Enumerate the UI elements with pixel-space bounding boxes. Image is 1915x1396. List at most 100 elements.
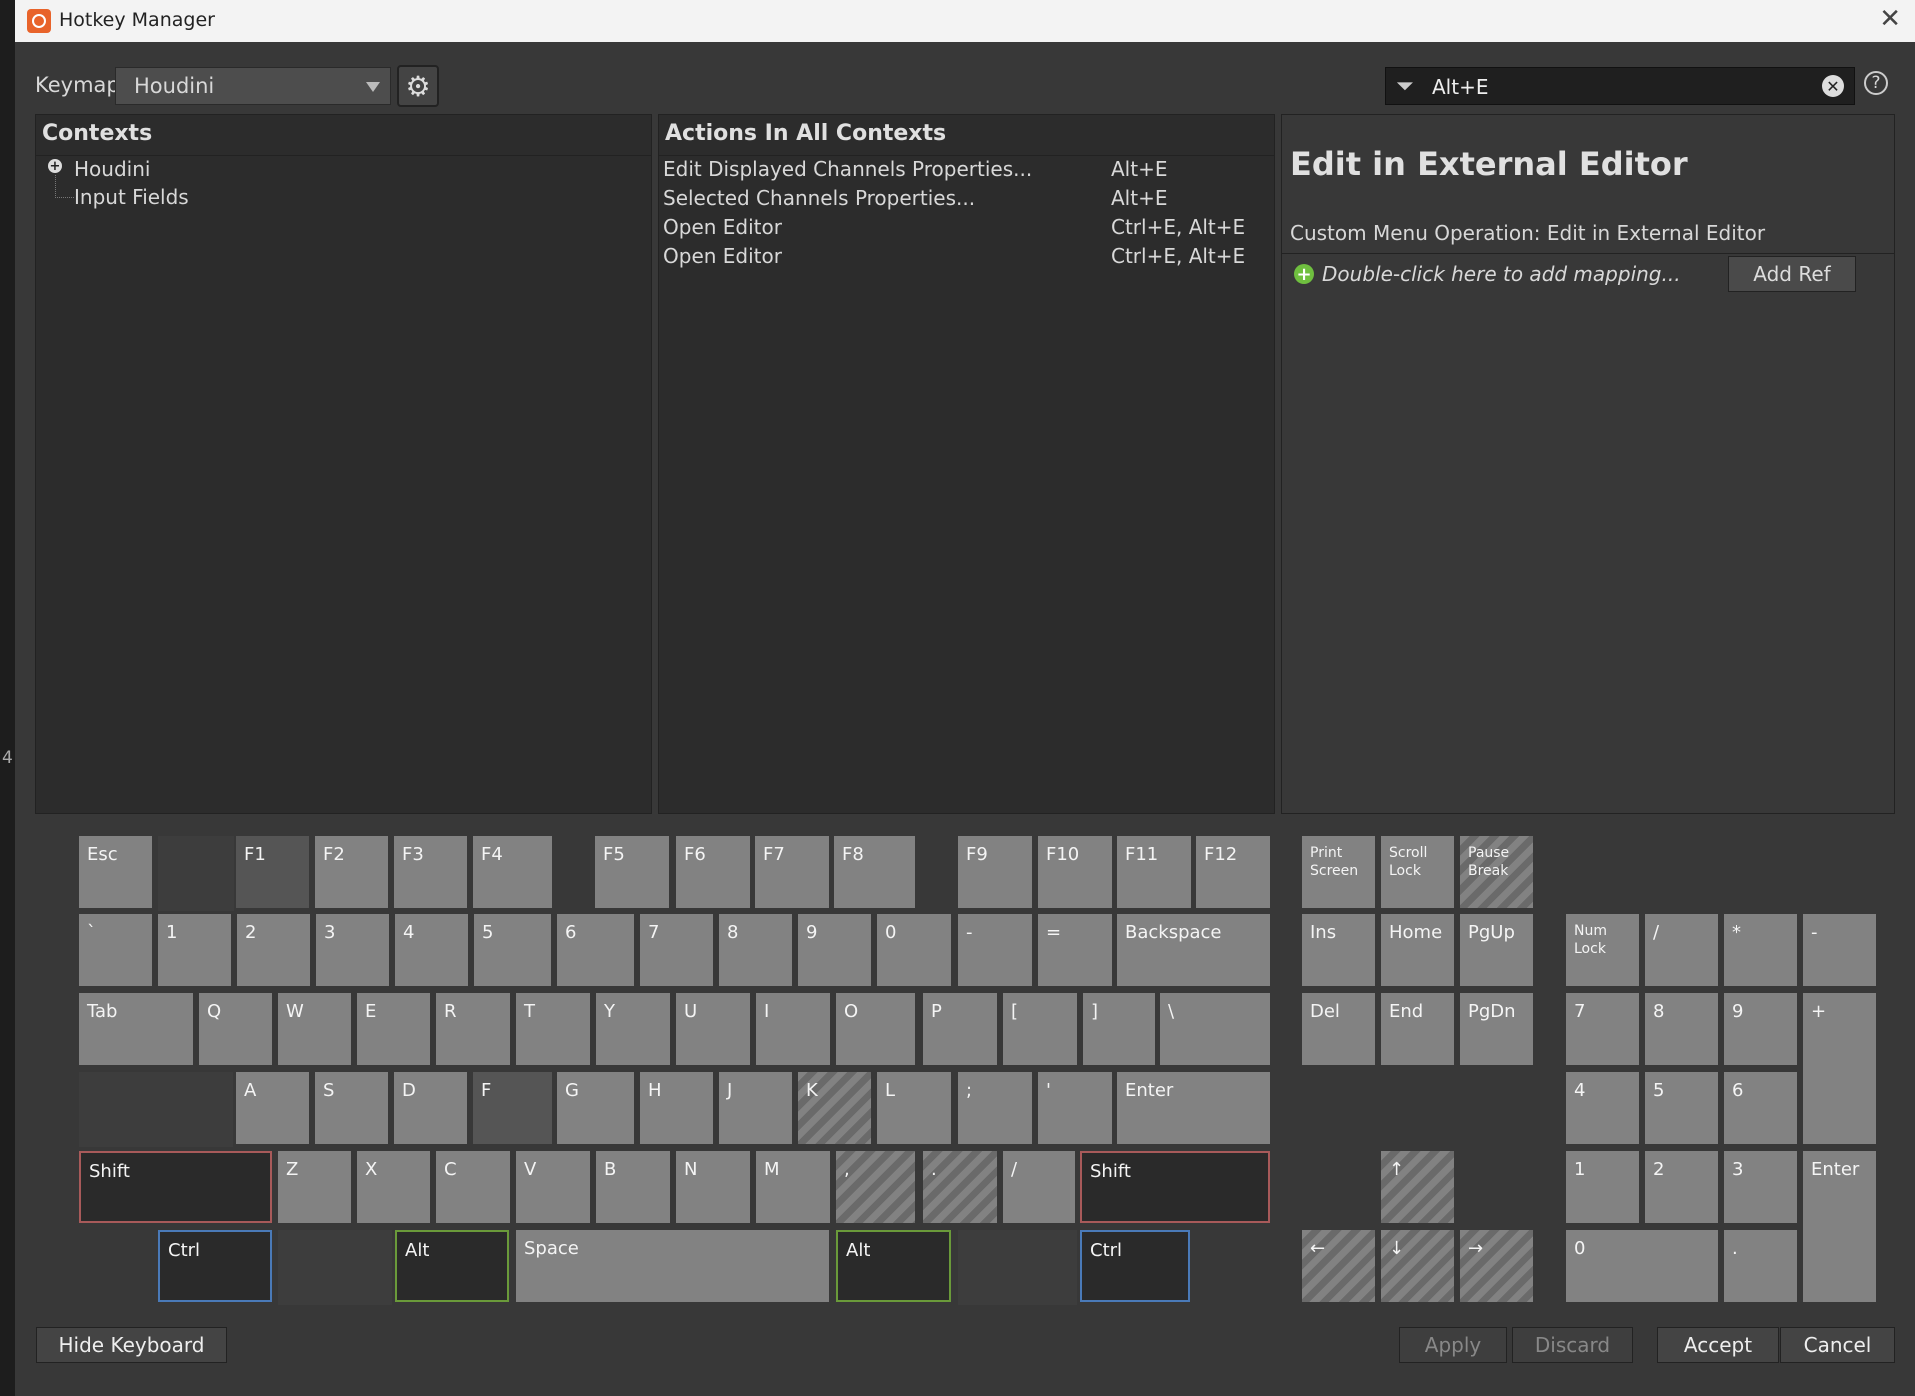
add-mapping-hint[interactable]: Double-click here to add mapping... [1322,262,1681,286]
key-num-lock[interactable]: Num Lock [1566,914,1639,986]
key-sym-50[interactable]: ; [958,1072,1032,1144]
key-u[interactable]: U [676,993,750,1065]
key-del[interactable]: Del [1302,993,1375,1065]
key-b[interactable]: B [596,1151,670,1223]
key-k[interactable]: K [798,1072,871,1144]
key-j[interactable]: J [719,1072,792,1144]
key-sym-39[interactable]: ] [1083,993,1155,1065]
key-f12[interactable]: F12 [1196,836,1270,908]
key-sym-63[interactable]: / [1003,1151,1075,1223]
key-sym-85[interactable]: * [1724,914,1797,986]
key-4[interactable]: 4 [395,914,468,986]
key-f3[interactable]: F3 [394,836,467,908]
key-pgdn[interactable]: PgDn [1460,993,1533,1065]
key-4[interactable]: 4 [1566,1072,1639,1144]
key-scroll-lock[interactable]: Scroll Lock [1381,836,1454,908]
hide-keyboard-button[interactable]: Hide Keyboard [36,1327,227,1363]
key-7[interactable]: 7 [640,914,713,986]
apply-button[interactable]: Apply [1399,1327,1507,1363]
key-backspace[interactable]: Backspace [1117,914,1270,986]
key-g[interactable]: G [557,1072,634,1144]
key-2[interactable]: 2 [237,914,310,986]
key-ins[interactable]: Ins [1302,914,1375,986]
key-f9[interactable]: F9 [958,836,1032,908]
key-f6[interactable]: F6 [676,836,750,908]
key-5[interactable]: 5 [474,914,551,986]
key-x[interactable]: X [357,1151,430,1223]
key-sym-24[interactable]: - [958,914,1032,986]
key-f2[interactable]: F2 [315,836,388,908]
key-c[interactable]: C [436,1151,510,1223]
key-sym-25[interactable]: = [1038,914,1112,986]
key-9[interactable]: 9 [798,914,871,986]
key-i[interactable]: I [756,993,830,1065]
key-ctrl[interactable]: Ctrl [158,1230,272,1302]
key-w[interactable]: W [278,993,351,1065]
help-icon[interactable]: ? [1864,71,1888,95]
key-pause-break[interactable]: Pause Break [1460,836,1533,908]
key-3[interactable]: 3 [1724,1151,1797,1223]
key-n[interactable]: N [676,1151,750,1223]
key-enter[interactable]: Enter [1117,1072,1270,1144]
key-sym-13[interactable]: ` [79,914,152,986]
key-sym-90[interactable]: + [1803,993,1876,1144]
key-p[interactable]: P [923,993,997,1065]
context-item-houdini[interactable]: Houdini [74,157,150,181]
key-f11[interactable]: F11 [1117,836,1191,908]
key-esc[interactable]: Esc [79,836,152,908]
key-end[interactable]: End [1381,993,1454,1065]
key-6[interactable]: 6 [557,914,634,986]
keymap-dropdown[interactable]: Houdini [115,67,391,105]
accept-button[interactable]: Accept [1657,1327,1779,1363]
key-8[interactable]: 8 [719,914,792,986]
key-0[interactable]: 0 [1566,1230,1718,1302]
key-3[interactable]: 3 [316,914,389,986]
key-sym-62[interactable]: . [923,1151,997,1223]
close-icon[interactable]: ✕ [1879,4,1901,34]
action-row[interactable]: Open Editor Ctrl+E, Alt+E [663,215,1263,243]
key-s[interactable]: S [315,1072,388,1144]
key-alt[interactable]: Alt [836,1230,951,1302]
key-sym-81[interactable]: ↓ [1381,1230,1454,1302]
key-5[interactable]: 5 [1645,1072,1718,1144]
key-f8[interactable]: F8 [834,836,915,908]
key-7[interactable]: 7 [1566,993,1639,1065]
key-shift[interactable]: Shift [1080,1151,1270,1223]
key-f[interactable]: F [473,1072,552,1144]
key-sym-51[interactable]: ' [1038,1072,1112,1144]
key-sym-99[interactable]: . [1724,1230,1797,1302]
key-q[interactable]: Q [199,993,272,1065]
key-y[interactable]: Y [596,993,670,1065]
key-ctrl[interactable]: Ctrl [1080,1230,1190,1302]
key-pgup[interactable]: PgUp [1460,914,1533,986]
key-f7[interactable]: F7 [755,836,829,908]
key-f5[interactable]: F5 [595,836,669,908]
mapping-list[interactable]: + Double-click here to add mapping... Ad… [1282,253,1894,813]
key-t[interactable]: T [516,993,590,1065]
key-sym-82[interactable]: → [1460,1230,1533,1302]
key-h[interactable]: H [640,1072,713,1144]
key-space[interactable]: Space [516,1230,829,1302]
key-tab[interactable]: Tab [79,993,193,1065]
key-1[interactable]: 1 [1566,1151,1639,1223]
key-2[interactable]: 2 [1645,1151,1718,1223]
action-row[interactable]: Edit Displayed Channels Properties... Al… [663,157,1263,185]
key-o[interactable]: O [836,993,915,1065]
expand-icon[interactable]: + [48,159,62,174]
key-sym-80[interactable]: ← [1302,1230,1375,1302]
key-sym-86[interactable]: - [1803,914,1876,986]
key-f10[interactable]: F10 [1038,836,1112,908]
keymap-settings-button[interactable]: ⚙ [397,65,439,107]
cancel-button[interactable]: Cancel [1780,1327,1895,1363]
clear-search-icon[interactable]: ✕ [1822,75,1844,97]
key-sym-40[interactable]: \ [1160,993,1270,1065]
key-8[interactable]: 8 [1645,993,1718,1065]
action-row[interactable]: Selected Channels Properties... Alt+E [663,186,1263,214]
key-home[interactable]: Home [1381,914,1454,986]
key-f1[interactable]: F1 [236,836,309,908]
context-item-input-fields[interactable]: Input Fields [74,185,189,209]
search-input[interactable] [1430,71,1804,103]
key-d[interactable]: D [394,1072,467,1144]
key-6[interactable]: 6 [1724,1072,1797,1144]
key-9[interactable]: 9 [1724,993,1797,1065]
